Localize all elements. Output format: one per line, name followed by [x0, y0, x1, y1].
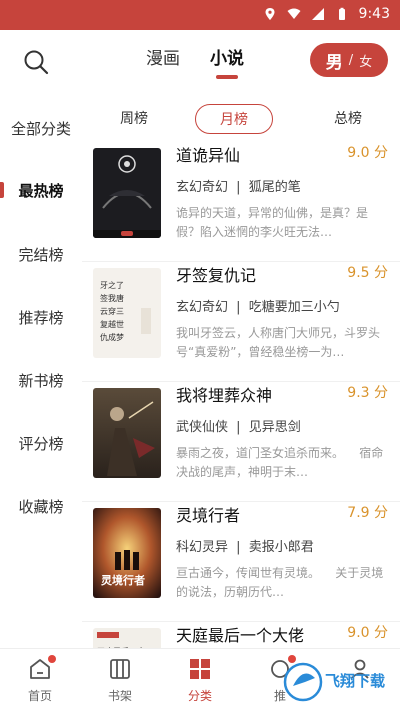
nav-bookshelf[interactable]: 书架 — [90, 657, 150, 704]
tab-comics[interactable]: 漫画 — [146, 44, 180, 79]
nav-bookshelf-label: 书架 — [107, 689, 132, 703]
book-title: 道诡异仙 — [176, 146, 241, 165]
status-time: 9:43 — [358, 6, 390, 22]
book-author: 吃糖要加三小勺 — [248, 300, 340, 315]
book-cover[interactable] — [93, 148, 161, 238]
watermark-text: 飞翔下载 — [325, 672, 385, 690]
sidebar-item-rating[interactable]: 评分榜 — [0, 433, 82, 454]
tab-novels[interactable]: 小说 — [210, 44, 244, 79]
svg-text:签我唐: 签我唐 — [100, 293, 124, 303]
book-list: 道诡异仙 9.0 分 玄幻奇幻 | 狐尾的笔 诡异的天道，异常的仙佛，是真？是假… — [82, 142, 400, 711]
book-cover[interactable]: 牙之了 签我唐 云穿三 复越世 仇成梦 — [93, 268, 161, 358]
book-score: 9.0 分 — [347, 625, 388, 641]
nav-home-label: 首页 — [27, 689, 52, 703]
book-title: 牙签复仇记 — [176, 266, 257, 285]
watermark-logo: 飞翔下载 — [283, 662, 385, 702]
meta-separator: | — [236, 420, 241, 435]
book-genre: 科幻灵异 — [176, 540, 229, 555]
signal-icon — [311, 8, 324, 20]
ranking-sidebar: 全部分类 最热榜 完结榜 推荐榜 新书榜 评分榜 收藏榜 — [0, 92, 82, 648]
book-author: 狐尾的笔 — [248, 180, 301, 195]
svg-text:复越世: 复越世 — [100, 319, 124, 329]
book-item[interactable]: 道诡异仙 9.0 分 玄幻奇幻 | 狐尾的笔 诡异的天道，异常的仙佛，是真？是假… — [82, 142, 400, 262]
book-score: 9.5 分 — [347, 265, 388, 281]
book-item[interactable]: 牙之了 签我唐 云穿三 复越世 仇成梦 牙签复仇记 9.5 分 玄幻奇幻 | 吃… — [82, 262, 400, 382]
sidebar-item-hottest[interactable]: 最热榜 — [0, 180, 82, 201]
book-description: 亘古通今，传闻世有灵境。 关于灵境的说法，历朝历代… — [176, 566, 384, 599]
sidebar-item-new-books[interactable]: 新书榜 — [0, 370, 82, 391]
book-genre: 武侠仙侠 — [176, 420, 229, 435]
nav-home[interactable]: 首页 — [10, 655, 70, 704]
book-genre: 玄幻奇幻 — [176, 180, 229, 195]
book-meta: 玄幻奇幻 | 吃糖要加三小勺 — [176, 296, 340, 315]
category-icon — [190, 659, 210, 679]
wifi-icon — [287, 8, 301, 19]
tab-monthly[interactable]: 月榜 — [195, 104, 273, 134]
meta-separator: | — [236, 540, 241, 555]
content-type-tabs: 漫画 小说 — [146, 44, 244, 79]
book-description: 我叫牙签云，人称唐门大师兄，斗罗头号“真爱粉”，曾经稳坐榜一为… — [176, 326, 381, 359]
sidebar-item-favorites[interactable]: 收藏榜 — [0, 496, 82, 517]
header: 漫画 小说 男 / 女 — [0, 30, 400, 92]
book-meta: 科幻灵异 | 卖报小郎君 — [176, 536, 314, 555]
tab-weekly[interactable]: 周榜 — [104, 104, 164, 134]
search-icon[interactable] — [22, 48, 50, 76]
tab-all-time[interactable]: 总榜 — [318, 104, 378, 134]
gender-toggle[interactable]: 男 / 女 — [310, 43, 388, 77]
book-score: 7.9 分 — [347, 505, 388, 521]
book-author: 见异思剑 — [248, 420, 301, 435]
book-meta: 武侠仙侠 | 见异思剑 — [176, 416, 301, 435]
notification-dot — [48, 655, 56, 663]
nav-category-label: 分类 — [187, 689, 212, 703]
gender-female-label[interactable]: 女 — [359, 51, 372, 70]
nav-category[interactable]: 分类 — [170, 657, 230, 704]
book-description: 诡异的天道，异常的仙佛，是真？是假？陷入迷惘的李火旺无法… — [176, 206, 369, 239]
book-genre: 玄幻奇幻 — [176, 300, 229, 315]
svg-text:云穿三: 云穿三 — [100, 306, 124, 316]
book-title: 天庭最后一个大佬 — [176, 626, 305, 645]
book-item[interactable]: 我将埋葬众神 9.3 分 武侠仙侠 | 见异思剑 暴雨之夜，道门圣女追杀而来。 … — [82, 382, 400, 502]
book-title: 灵境行者 — [176, 506, 241, 525]
meta-separator: | — [236, 180, 241, 195]
gender-separator: / — [348, 52, 354, 68]
book-cover[interactable] — [93, 388, 161, 478]
status-icons: 9:43 — [263, 6, 390, 22]
period-tabs: 周榜 月榜 总榜 — [82, 92, 400, 142]
book-title: 我将埋葬众神 — [176, 386, 273, 405]
book-author: 卖报小郎君 — [248, 540, 314, 555]
meta-separator: | — [236, 300, 241, 315]
svg-text:灵境行者: 灵境行者 — [101, 573, 145, 587]
book-meta: 玄幻奇幻 | 狐尾的笔 — [176, 176, 301, 195]
gender-male-label[interactable]: 男 — [326, 48, 343, 73]
book-item[interactable]: 灵境行者 灵境行者 7.9 分 科幻灵异 | 卖报小郎君 亘古通今，传闻世有灵境… — [82, 502, 400, 622]
sidebar-item-recommended[interactable]: 推荐榜 — [0, 307, 82, 328]
location-icon — [265, 8, 275, 20]
status-bar: 9:43 — [0, 0, 400, 30]
sidebar-item-completed[interactable]: 完结榜 — [0, 244, 82, 265]
sidebar-item-all-categories[interactable]: 全部分类 — [0, 118, 82, 139]
book-score: 9.0 分 — [347, 145, 388, 161]
svg-text:仇成梦: 仇成梦 — [100, 332, 124, 342]
svg-text:牙之了: 牙之了 — [100, 280, 124, 290]
book-score: 9.3 分 — [347, 385, 388, 401]
battery-icon — [338, 7, 345, 20]
book-description: 暴雨之夜，道门圣女追杀而来。 宿命决战的尾声，神明于末… — [176, 446, 384, 479]
bookshelf-icon — [110, 659, 130, 679]
book-cover[interactable]: 灵境行者 — [93, 508, 161, 598]
